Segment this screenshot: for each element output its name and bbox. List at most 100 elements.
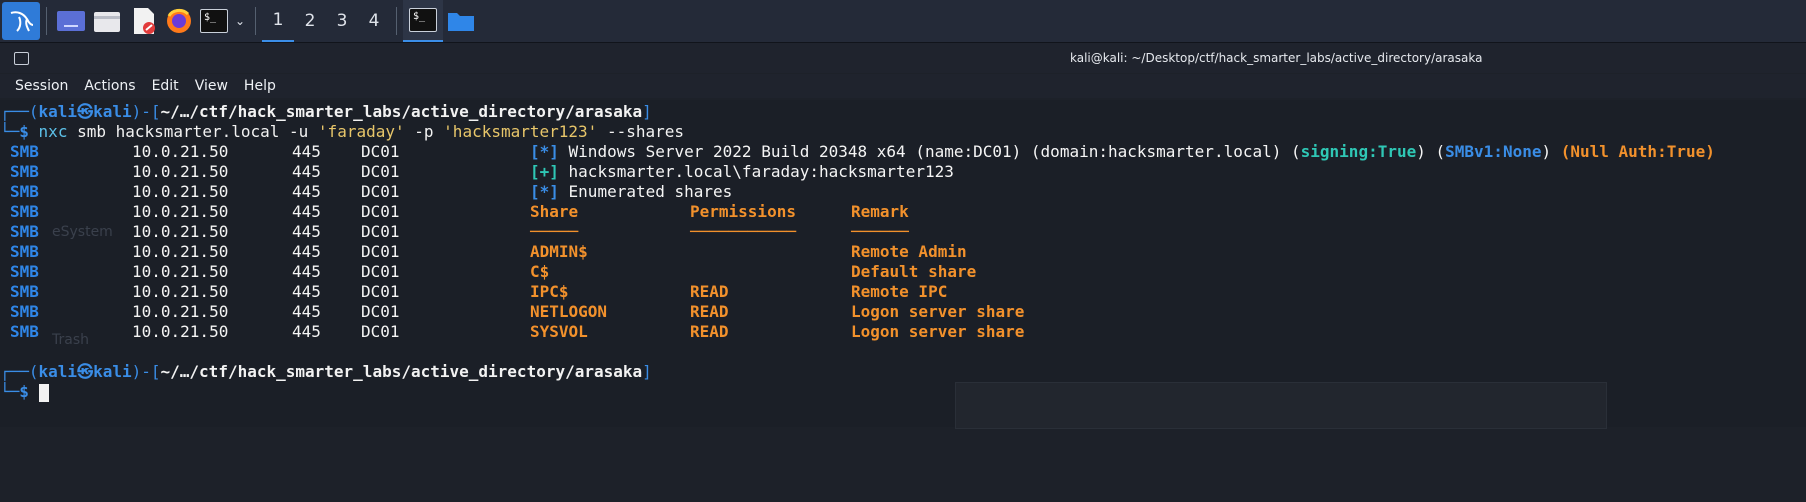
prompt-at: ㉿ — [77, 362, 94, 381]
kali-menu-button[interactable] — [0, 0, 40, 42]
row-host: DC01 — [361, 162, 400, 181]
taskbar-terminal-window[interactable]: $_ — [403, 0, 443, 42]
terminal-icon: $_ — [409, 8, 437, 32]
prompt-line: ┌──(kali㉿kali)-[~/…/ctf/hack_smarter_lab… — [0, 102, 652, 121]
row-port: 445 — [292, 222, 321, 241]
row-host: DC01 — [361, 182, 400, 201]
row-ip: 10.0.21.50 — [132, 282, 229, 301]
taskbar-separator — [46, 7, 47, 35]
text-cursor — [38, 383, 49, 402]
firefox-icon[interactable] — [161, 0, 197, 42]
terminal-output[interactable]: eSystem Trash ┌──(kali㉿kali)-[~/…/ctf/ha… — [0, 100, 1806, 429]
row-port: 445 — [292, 202, 321, 221]
share-remark: Logon server share — [851, 302, 1025, 321]
row-proto: SMB — [10, 262, 39, 281]
share-name: NETLOGON — [530, 302, 608, 321]
folder-icon[interactable] — [443, 0, 479, 42]
prompt-host: kali — [93, 362, 132, 381]
input-line[interactable]: └─$ — [0, 382, 49, 402]
menu-actions[interactable]: Actions — [84, 78, 135, 94]
row-ip: 10.0.21.50 — [132, 202, 229, 221]
row-proto: SMB — [10, 182, 39, 201]
perm-rule: ─────────── — [690, 222, 796, 241]
row-host: DC01 — [361, 242, 400, 261]
row-proto: SMB — [10, 222, 39, 241]
row-proto: SMB — [10, 142, 39, 161]
window-icon — [14, 51, 29, 65]
info-tag-star: [*] — [530, 142, 559, 161]
prompt-dollar: $ — [19, 382, 29, 401]
prompt-dollar: $ — [19, 122, 29, 141]
row-proto: SMB — [10, 162, 39, 181]
terminal-launcher-icon[interactable]: $_ — [197, 0, 231, 42]
command-program: nxc — [38, 122, 68, 141]
info-mid2: ) — [1541, 142, 1561, 161]
prompt-path: ~/…/ctf/hack_smarter_labs/active_directo… — [160, 362, 643, 381]
window-title: kali@kali: ~/Desktop/ctf/hack_smarter_la… — [1070, 51, 1483, 65]
prompt-at: ㉿ — [77, 102, 94, 121]
row-host: DC01 — [361, 322, 400, 341]
flag-u: -u — [289, 122, 309, 141]
row-ip: 10.0.21.50 — [132, 242, 229, 261]
share-remark: Remote IPC — [851, 282, 948, 301]
row-host: DC01 — [361, 222, 400, 241]
row-proto: SMB — [10, 302, 39, 321]
menu-help[interactable]: Help — [244, 78, 276, 94]
chevron-down-icon[interactable]: ⌄ — [231, 0, 249, 42]
prompt-path: ~/…/ctf/hack_smarter_labs/active_directo… — [160, 102, 643, 121]
background-window-ghost — [955, 382, 1607, 429]
output-row: SMB 10.0.21.50 445 DC01 ───── ──────────… — [0, 222, 1806, 242]
workspace-4[interactable]: 4 — [358, 0, 390, 42]
menu-session[interactable]: Session — [15, 78, 68, 94]
row-port: 445 — [292, 142, 321, 161]
row-proto: SMB — [10, 282, 39, 301]
output-row: SMB 10.0.21.50 445 DC01 [+] hacksmarter.… — [0, 162, 1806, 182]
share-perm: READ — [690, 302, 729, 321]
menu-edit[interactable]: Edit — [152, 78, 179, 94]
prompt-user: kali — [38, 102, 78, 121]
output-row: SMB 10.0.21.50 445 DC01 SYSVOL READ Logo… — [0, 322, 1806, 342]
command-line: └─$ nxc smb hacksmarter.local -u 'farada… — [0, 122, 684, 141]
terminal-icon: $_ — [200, 9, 228, 33]
row-ip: 10.0.21.50 — [132, 222, 229, 241]
file-manager-icon[interactable] — [89, 0, 125, 42]
prompt-host: kali — [93, 102, 132, 121]
show-desktop-icon[interactable] — [53, 0, 89, 42]
window-titlebar[interactable]: kali@kali: ~/Desktop/ctf/hack_smarter_la… — [0, 43, 1806, 73]
menu-bar: Session Actions Edit View Help — [0, 74, 1806, 98]
share-rule: ───── — [530, 222, 579, 241]
info-null-auth: (Null Auth:True) — [1560, 142, 1715, 161]
row-ip: 10.0.21.50 — [132, 162, 229, 181]
row-ip: 10.0.21.50 — [132, 302, 229, 321]
prompt-line: ┌──(kali㉿kali)-[~/…/ctf/hack_smarter_lab… — [0, 362, 652, 381]
text-editor-icon[interactable] — [125, 0, 161, 42]
workspace-2[interactable]: 2 — [294, 0, 326, 42]
taskbar-separator — [255, 7, 256, 35]
info-smbv1: SMBv1:None — [1445, 142, 1542, 161]
output-row: SMB 10.0.21.50 445 DC01 [*] Enumerated s… — [0, 182, 1806, 202]
taskbar-separator — [396, 7, 397, 35]
menu-view[interactable]: View — [195, 78, 228, 94]
workspace-1[interactable]: 1 — [262, 0, 294, 42]
share-remark: Logon server share — [851, 322, 1025, 341]
row-ip: 10.0.21.50 — [132, 322, 229, 341]
info-signing: signing:True — [1300, 142, 1417, 161]
row-port: 445 — [292, 282, 321, 301]
taskbar: $_ ⌄ 1 2 3 4 $_ — [0, 0, 1806, 43]
flag-shares: --shares — [606, 122, 684, 141]
row-port: 445 — [292, 262, 321, 281]
row-ip: 10.0.21.50 — [132, 262, 229, 281]
row-port: 445 — [292, 162, 321, 181]
workspace-3[interactable]: 3 — [326, 0, 358, 42]
info-auth: hacksmarter.local\faraday:hacksmarter123 — [558, 162, 954, 181]
output-row: SMB 10.0.21.50 445 DC01 [*] Windows Serv… — [0, 142, 1806, 162]
share-name: SYSVOL — [530, 322, 588, 341]
share-remark: Default share — [851, 262, 977, 281]
row-proto: SMB — [10, 242, 39, 261]
share-name: IPC$ — [530, 282, 569, 301]
flag-p: -p — [414, 122, 434, 141]
kali-dragon-icon — [2, 2, 40, 40]
prompt-user: kali — [38, 362, 78, 381]
row-ip: 10.0.21.50 — [132, 182, 229, 201]
info-tag-star: [*] — [530, 182, 559, 201]
